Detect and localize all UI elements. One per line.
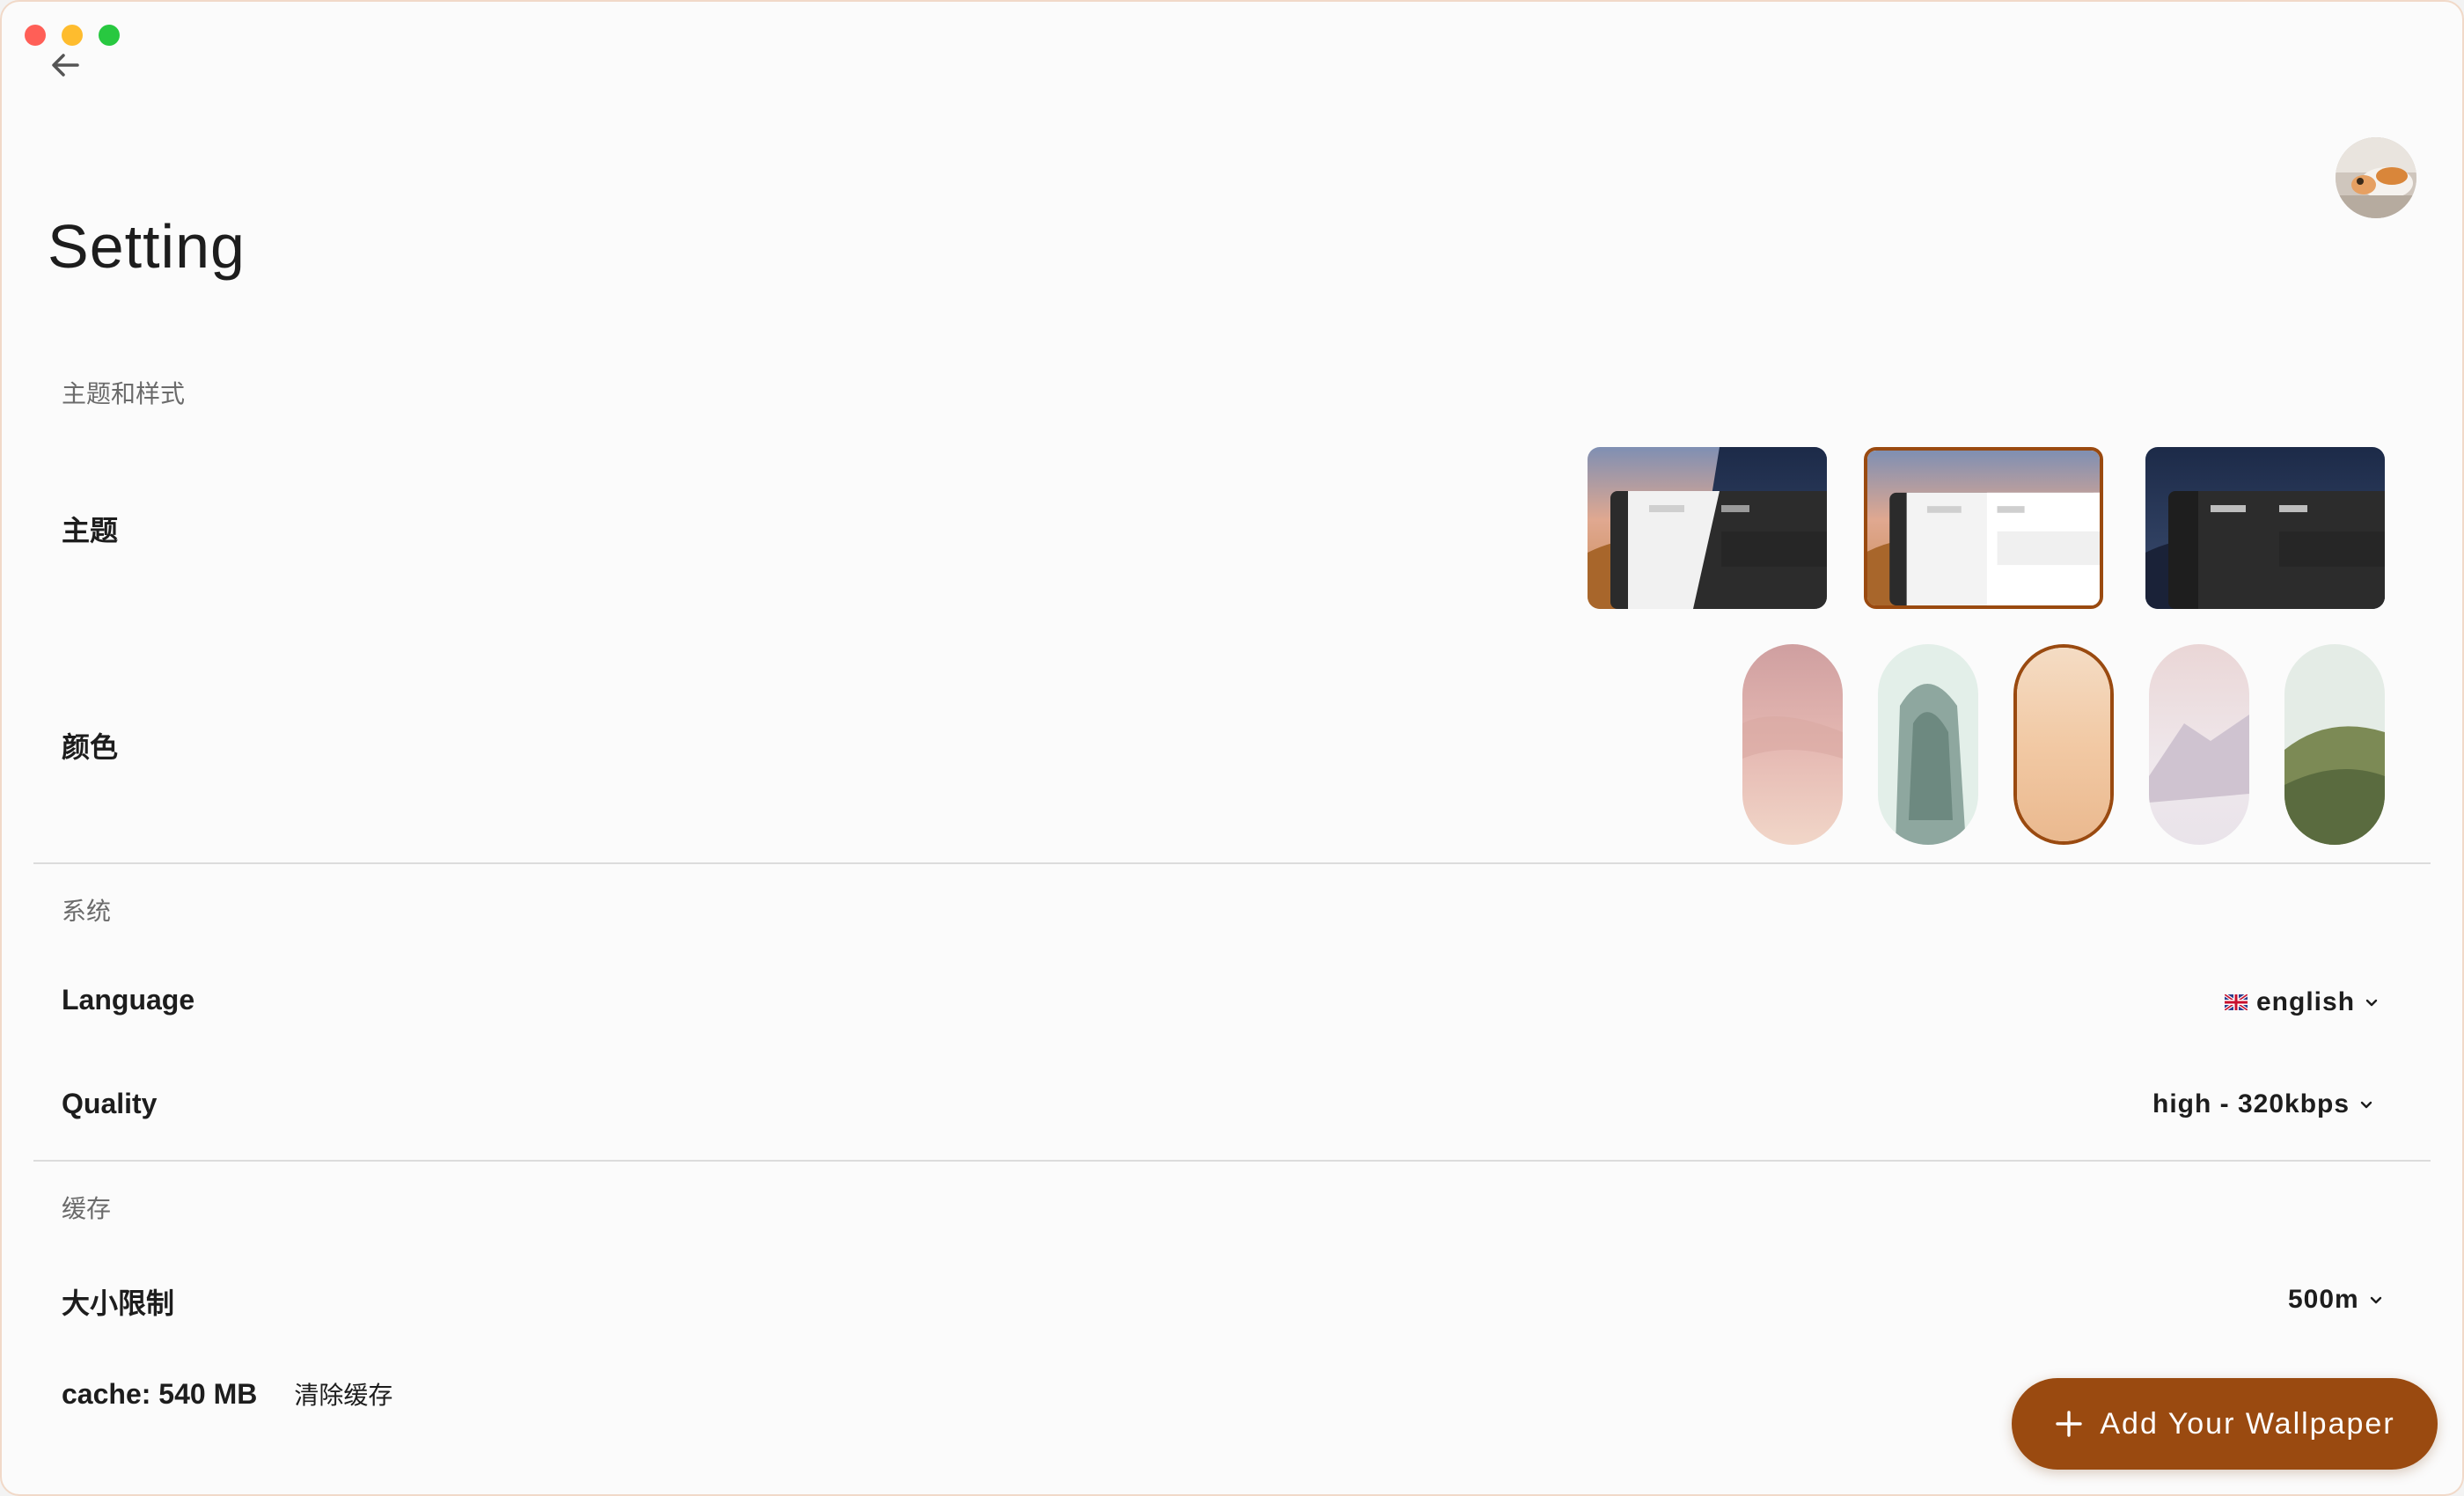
theme-option-light[interactable] <box>1864 447 2103 609</box>
app-window: Setting 主题和样式 主题 颜色 系统 Language english … <box>0 0 2464 1496</box>
color-option-olive[interactable] <box>2284 644 2385 845</box>
peach-swatch <box>2017 648 2110 841</box>
color-label: 颜色 <box>62 731 119 763</box>
theme-label: 主题 <box>62 515 119 546</box>
color-option-lilac[interactable] <box>2149 644 2249 845</box>
olive-swatch <box>2284 644 2385 845</box>
user-avatar[interactable] <box>2336 137 2416 218</box>
quality-value: high - 320kbps <box>2152 1089 2350 1118</box>
chevron-down-icon <box>2360 1101 2372 1109</box>
quality-dropdown[interactable]: high - 320kbps <box>2152 1089 2374 1119</box>
section-label-theme-style: 主题和样式 <box>62 380 186 407</box>
page-title: Setting <box>48 212 246 281</box>
theme-light-preview <box>1867 451 2100 605</box>
theme-auto-preview <box>1588 447 1827 609</box>
window-controls <box>25 25 120 46</box>
size-limit-dropdown[interactable]: 500m <box>2288 1285 2384 1315</box>
theme-option-auto[interactable] <box>1588 447 1827 609</box>
section-divider <box>33 1160 2431 1162</box>
plus-icon <box>2056 1411 2083 1437</box>
quality-label: Quality <box>62 1088 158 1119</box>
section-label-cache: 缓存 <box>62 1195 112 1222</box>
rose-swatch <box>1742 644 1843 845</box>
section-divider <box>33 862 2431 864</box>
arrow-left-icon <box>52 54 79 77</box>
add-wallpaper-button[interactable]: Add Your Wallpaper <box>2012 1378 2438 1470</box>
color-option-mint[interactable] <box>1878 644 1978 845</box>
clear-cache-button[interactable]: 清除缓存 <box>294 1376 392 1412</box>
cache-size-label: cache: 540 MB <box>62 1378 258 1410</box>
chevron-down-icon <box>2370 1296 2381 1304</box>
color-option-peach[interactable] <box>2013 644 2114 845</box>
chevron-down-icon <box>2365 999 2378 1007</box>
add-wallpaper-label: Add Your Wallpaper <box>2100 1406 2395 1441</box>
color-option-rose[interactable] <box>1742 644 1843 845</box>
theme-option-dark[interactable] <box>2145 447 2385 609</box>
cache-info-row: cache: 540 MB 清除缓存 <box>62 1376 392 1412</box>
avatar-image <box>2336 137 2416 218</box>
language-dropdown[interactable]: english <box>2225 987 2380 1017</box>
zoom-window-button[interactable] <box>99 25 120 46</box>
back-button[interactable] <box>46 46 84 84</box>
language-label: Language <box>62 984 195 1016</box>
size-limit-value: 500m <box>2288 1285 2359 1314</box>
mint-swatch <box>1878 644 1978 845</box>
size-limit-label: 大小限制 <box>62 1287 175 1319</box>
minimize-window-button[interactable] <box>62 25 83 46</box>
close-window-button[interactable] <box>25 25 46 46</box>
section-label-system: 系统 <box>62 898 112 925</box>
uk-flag-icon <box>2225 994 2248 1010</box>
language-value: english <box>2256 987 2356 1016</box>
lilac-swatch <box>2149 644 2249 845</box>
theme-dark-preview <box>2145 447 2385 609</box>
